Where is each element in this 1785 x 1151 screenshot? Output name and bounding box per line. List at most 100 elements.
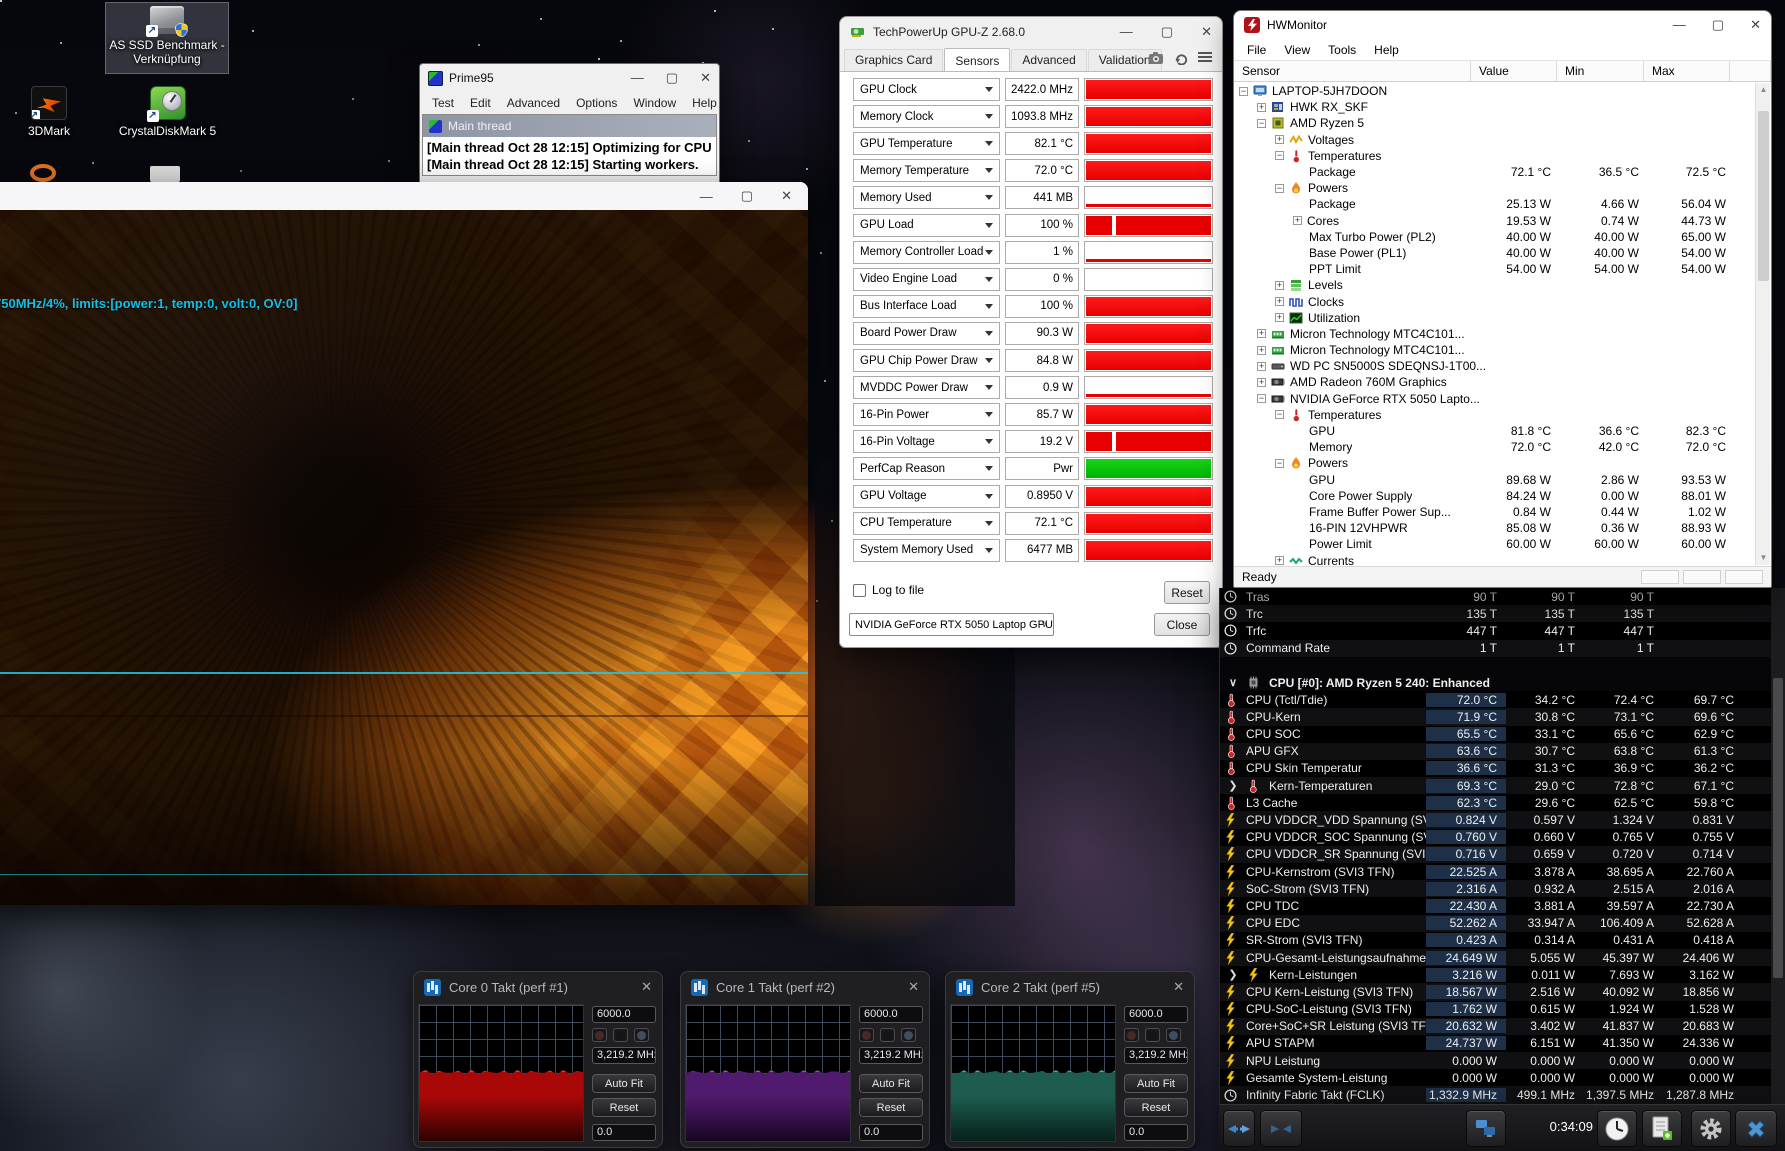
tree-row[interactable]: −Powers	[1235, 455, 1755, 471]
sensor-row[interactable]: Infinity Fabric Takt (FCLK)1,332.9 MHz49…	[1220, 1086, 1785, 1103]
menu-item-advanced[interactable]: Advanced	[499, 94, 568, 112]
scroll-up-arrow[interactable]: ▲	[1756, 83, 1771, 97]
tree-row[interactable]: +Micron Technology MTC4C101...	[1235, 326, 1755, 342]
desktop-icon-3dmark[interactable]: ↗ 3DMark	[14, 86, 84, 138]
close-button[interactable]: ✕	[908, 979, 919, 995]
y-axis-min-field[interactable]: 0.0	[1124, 1124, 1188, 1141]
refresh-icon[interactable]	[1174, 51, 1188, 65]
tree-row[interactable]: +Voltages	[1235, 132, 1755, 148]
color-option-button[interactable]	[859, 1028, 874, 1042]
sensor-name-dropdown[interactable]: Memory Controller Load	[853, 241, 1000, 264]
sensor-row[interactable]: CPU EDC52.262 A33.947 A106.409 A52.628 A	[1220, 915, 1785, 932]
reset-button[interactable]: Reset	[592, 1098, 656, 1117]
sensor-name-dropdown[interactable]: GPU Temperature	[853, 132, 1000, 155]
collapse-box[interactable]: −	[1257, 394, 1266, 403]
sensor-row[interactable]: Trc135 T135 T135 T	[1220, 605, 1785, 622]
sensor-row[interactable]: CPU SOC65.5 °C33.1 °C65.6 °C62.9 °C	[1220, 726, 1785, 743]
gpuz-titlebar[interactable]: TechPowerUp GPU-Z 2.68.0 — ▢ ✕	[840, 17, 1222, 47]
expand-box[interactable]: +	[1275, 297, 1284, 306]
sensor-row[interactable]: CPU Skin Temperatur36.6 °C31.3 °C36.9 °C…	[1220, 760, 1785, 777]
sensor-name-dropdown[interactable]: Memory Used	[853, 186, 1000, 209]
partial-desktop-icon[interactable]	[30, 164, 56, 182]
report-log-button[interactable]	[1642, 1110, 1682, 1147]
sensor-row[interactable]: CPU Kern-Leistung (SVI3 TFN)18.567 W2.51…	[1220, 983, 1785, 1000]
tree-row[interactable]: +AMD Radeon 760M Graphics	[1235, 374, 1755, 390]
auto-fit-button[interactable]: Auto Fit	[592, 1074, 656, 1093]
column-header-sensor[interactable]: Sensor	[1234, 61, 1471, 81]
vertical-scrollbar[interactable]: ▲ ▼	[1755, 83, 1770, 565]
close-button[interactable]: ✕	[781, 188, 792, 204]
reset-button[interactable]: Reset	[859, 1098, 923, 1117]
scrollbar-thumb[interactable]	[1773, 678, 1783, 978]
sensor-name-dropdown[interactable]: System Memory Used	[853, 539, 1000, 562]
sensor-row[interactable]: Tras90 T90 T90 T	[1220, 588, 1785, 605]
maximize-button[interactable]: ▢	[666, 70, 678, 86]
tree-row[interactable]: −Temperatures	[1235, 407, 1755, 423]
tab-graphics-card[interactable]: Graphics Card	[844, 49, 943, 71]
main-thread-titlebar[interactable]: Main thread	[423, 115, 716, 137]
minimize-button[interactable]: —	[1673, 17, 1686, 33]
close-sensors-button[interactable]	[1735, 1110, 1777, 1147]
chevron-right-icon[interactable]: ❯	[1228, 968, 1237, 981]
sensor-row[interactable]: Gesamte System-Leistung0.000 W0.000 W0.0…	[1220, 1069, 1785, 1086]
reset-button[interactable]: Reset	[1164, 581, 1210, 604]
collapse-box[interactable]: −	[1275, 459, 1284, 468]
menu-item-edit[interactable]: Edit	[462, 94, 499, 112]
sensor-row[interactable]: CPU VDDCR_SR Spannung (SVI3 ...0.716 V0.…	[1220, 846, 1785, 863]
collapse-box[interactable]: −	[1275, 184, 1284, 193]
tree-row[interactable]: +Cores19.53 W0.74 W44.73 W	[1235, 213, 1755, 229]
tree-row[interactable]: +Currents	[1235, 552, 1755, 565]
expand-box[interactable]: +	[1257, 362, 1266, 371]
partial-desktop-icon[interactable]	[150, 166, 180, 182]
sensor-row[interactable]: Core+SoC+SR Leistung (SVI3 TFN)20.632 W3…	[1220, 1018, 1785, 1035]
furmark-titlebar[interactable]: — ▢ ✕	[0, 182, 808, 210]
scroll-down-arrow[interactable]: ▼	[1756, 551, 1771, 565]
sensor-row[interactable]: SoC-Strom (SVI3 TFN)2.316 A0.932 A2.515 …	[1220, 880, 1785, 897]
sensor-row[interactable]: CPU VDDCR_VDD Spannung (SVI...0.824 V0.5…	[1220, 811, 1785, 828]
tree-row[interactable]: Power Limit60.00 W60.00 W60.00 W	[1235, 536, 1755, 552]
tree-row[interactable]: +Clocks	[1235, 293, 1755, 309]
sensor-row[interactable]: Command Rate1 T1 T1 T	[1220, 640, 1785, 657]
collapse-columns-button[interactable]	[1260, 1110, 1302, 1147]
sensor-name-dropdown[interactable]: 16-Pin Voltage	[853, 430, 1000, 453]
expand-box[interactable]: +	[1275, 281, 1284, 290]
tree-row[interactable]: −NVIDIA GeForce RTX 5050 Lapto...	[1235, 391, 1755, 407]
sensor-row[interactable]: ❯Kern-Temperaturen69.3 °C29.0 °C72.8 °C6…	[1220, 777, 1785, 794]
y-axis-min-field[interactable]: 0.0	[592, 1124, 656, 1141]
tree-row[interactable]: +WD PC SN5000S SDEQNSJ-1T00...	[1235, 358, 1755, 374]
column-header-max[interactable]: Max	[1644, 61, 1730, 81]
gpu-select-dropdown[interactable]: NVIDIA GeForce RTX 5050 Laptop GPU ∨	[849, 613, 1054, 636]
close-button[interactable]: Close	[1154, 613, 1210, 636]
expand-columns-button[interactable]	[1223, 1110, 1255, 1147]
tree-row[interactable]: +Utilization	[1235, 310, 1755, 326]
prime95-titlebar[interactable]: Prime95 — ▢ ✕	[420, 64, 719, 92]
expand-box[interactable]: +	[1293, 216, 1302, 225]
expand-box[interactable]: +	[1257, 346, 1266, 355]
close-button[interactable]: ✕	[1173, 979, 1184, 995]
core-window-titlebar[interactable]: Core 0 Takt (perf #1)✕	[414, 972, 662, 1002]
color-option-button[interactable]	[1145, 1028, 1160, 1042]
chevron-down-icon[interactable]: ∨	[1229, 676, 1237, 689]
sensor-name-dropdown[interactable]: PerfCap Reason	[853, 457, 1000, 480]
sensor-name-dropdown[interactable]: GPU Chip Power Draw	[853, 349, 1000, 372]
tree-row[interactable]: Package72.1 °C36.5 °C72.5 °C	[1235, 164, 1755, 180]
column-header-min[interactable]: Min	[1557, 61, 1644, 81]
sensor-row[interactable]: CPU-Gesamt-Leistungsaufnahme24.649 W5.05…	[1220, 949, 1785, 966]
sensor-name-dropdown[interactable]: Bus Interface Load	[853, 295, 1000, 318]
tree-row[interactable]: Package25.13 W4.66 W56.04 W	[1235, 196, 1755, 212]
sensor-row[interactable]: NPU Leistung0.000 W0.000 W0.000 W0.000 W	[1220, 1052, 1785, 1069]
tree-row[interactable]: +HWK RX_SKF	[1235, 99, 1755, 115]
sensor-row[interactable]: CPU (Tctl/Tdie)72.0 °C34.2 °C72.4 °C69.7…	[1220, 691, 1785, 708]
desktop-icon-crystaldiskmark[interactable]: ↗ CrystalDiskMark 5	[110, 86, 225, 138]
close-button[interactable]: ✕	[700, 70, 711, 86]
tree-row[interactable]: +Micron Technology MTC4C101...	[1235, 342, 1755, 358]
sensor-row[interactable]: ❯Kern-Leistungen3.216 W0.011 W7.693 W3.1…	[1220, 966, 1785, 983]
auto-fit-button[interactable]: Auto Fit	[859, 1074, 923, 1093]
expand-box[interactable]: +	[1257, 103, 1266, 112]
menu-item-window[interactable]: Window	[625, 94, 684, 112]
tree-row[interactable]: Max Turbo Power (PL2)40.00 W40.00 W65.00…	[1235, 229, 1755, 245]
color-option-button[interactable]	[880, 1028, 895, 1042]
sensor-row[interactable]: SR-Strom (SVI3 TFN)0.423 A0.314 A0.431 A…	[1220, 932, 1785, 949]
tree-row[interactable]: −Powers	[1235, 180, 1755, 196]
color-option-button[interactable]	[592, 1028, 607, 1042]
